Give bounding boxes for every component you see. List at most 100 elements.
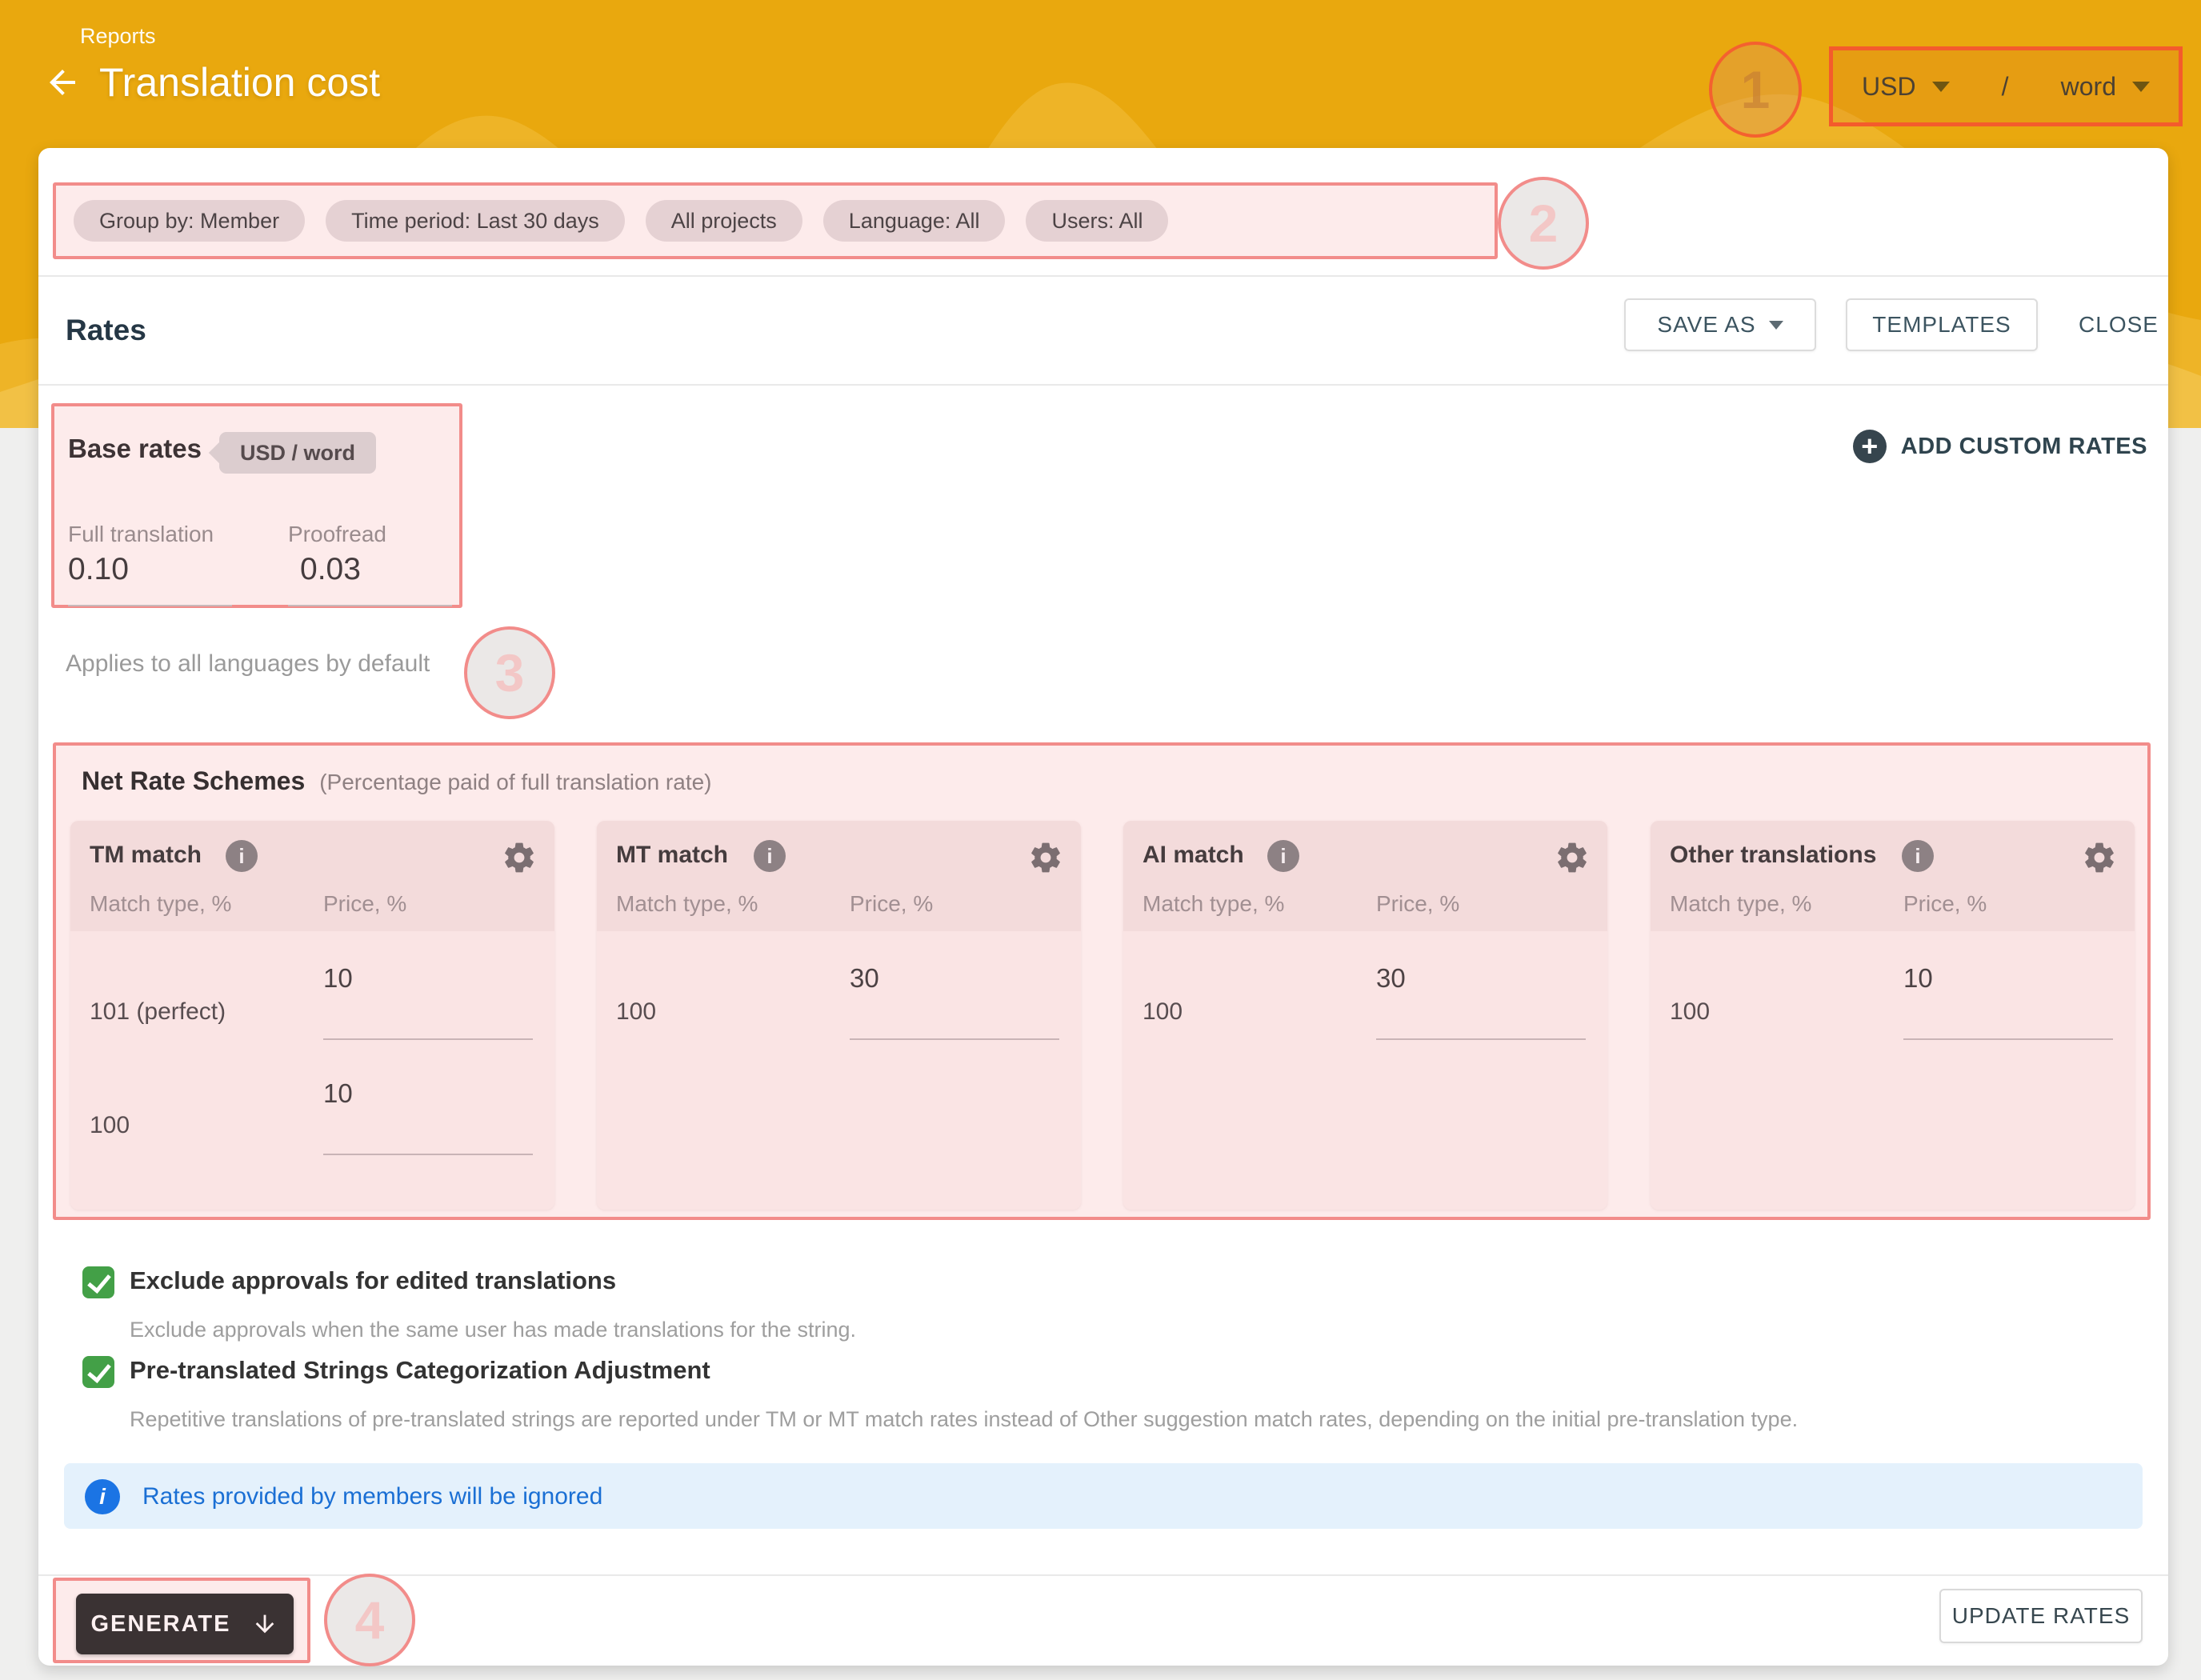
net-rate-card-ai-match: AI match Match type, % Price, % 100 30: [1123, 821, 1607, 1210]
annotation-box-generate: GENERATE: [53, 1578, 310, 1663]
currency-dropdown[interactable]: USD: [1862, 72, 1950, 102]
price-column-label: Price, %: [323, 891, 406, 917]
card-header: AI match Match type, % Price, %: [1123, 821, 1607, 931]
filter-chip-time-period[interactable]: Time period: Last 30 days: [326, 200, 625, 242]
generate-button[interactable]: GENERATE: [76, 1594, 294, 1654]
chevron-down-icon: [1932, 82, 1950, 92]
annotation-step-3-number: 3: [495, 642, 525, 703]
price-value: 10: [323, 1078, 353, 1108]
rates-panel: Group by: Member Time period: Last 30 da…: [38, 148, 2168, 1666]
info-icon[interactable]: [754, 840, 786, 872]
card-header: MT match Match type, % Price, %: [597, 821, 1081, 931]
checkbox-exclude-approvals[interactable]: [82, 1266, 114, 1298]
price-column-label: Price, %: [850, 891, 933, 917]
card-title: AI match: [1143, 842, 1244, 869]
chevron-down-icon: [2132, 82, 2150, 92]
annotation-step-4: 4: [324, 1574, 415, 1666]
input-underline: [68, 605, 232, 606]
gear-icon[interactable]: [502, 840, 537, 875]
unit-value: word: [2061, 72, 2116, 102]
filter-chip-projects[interactable]: All projects: [646, 200, 802, 242]
info-icon[interactable]: [1902, 840, 1934, 872]
filter-chip-language[interactable]: Language: All: [823, 200, 1006, 242]
card-header: TM match Match type, % Price, %: [70, 821, 554, 931]
checkbox-pretranslated-adjustment-label: Pre-translated Strings Categorization Ad…: [130, 1356, 710, 1385]
match-type-value: 100: [1143, 998, 1183, 1026]
filter-chip-users[interactable]: Users: All: [1026, 200, 1168, 242]
base-rates-title: Base rates: [68, 434, 202, 464]
price-input[interactable]: 10: [323, 1078, 533, 1155]
annotation-step-2-number: 2: [1529, 193, 1559, 254]
input-underline: [288, 605, 452, 606]
breadcrumb[interactable]: Reports: [80, 24, 156, 49]
net-rate-schemes-header: Net Rate Schemes (Percentage paid of ful…: [82, 766, 712, 796]
annotation-step-2: 2: [1498, 177, 1589, 270]
divider: [38, 275, 2168, 277]
annotation-step-1-number: 1: [1741, 59, 1771, 120]
price-input[interactable]: 30: [1376, 963, 1586, 1040]
price-column-label: Price, %: [1903, 891, 1987, 917]
page-title: Translation cost: [99, 59, 380, 106]
checkbox-exclude-approvals-description: Exclude approvals when the same user has…: [130, 1318, 856, 1342]
update-rates-button[interactable]: UPDATE RATES: [1939, 1589, 2143, 1643]
add-custom-rates-label: ADD CUSTOM RATES: [1901, 434, 2147, 460]
annotation-box-base-rates: Base rates USD / word Full translation 0…: [51, 403, 462, 608]
match-type-column-label: Match type, %: [616, 891, 758, 917]
gear-icon[interactable]: [1028, 840, 1063, 875]
full-translation-input[interactable]: 0.10: [68, 552, 129, 587]
arrow-down-icon: [251, 1610, 278, 1638]
full-translation-label: Full translation: [68, 522, 214, 547]
proofread-input[interactable]: 0.03: [300, 552, 361, 587]
divider: [38, 384, 2168, 386]
currency-unit-badge: USD / word: [219, 432, 376, 474]
info-icon: [85, 1479, 120, 1514]
info-icon[interactable]: [1267, 840, 1299, 872]
info-banner: Rates provided by members will be ignore…: [64, 1463, 2143, 1529]
base-rates-note: Applies to all languages by default: [66, 650, 430, 678]
price-input[interactable]: 10: [1903, 963, 2113, 1040]
net-rate-card-other-translations: Other translations Match type, % Price, …: [1651, 821, 2135, 1210]
info-banner-text: Rates provided by members will be ignore…: [142, 1483, 602, 1510]
add-custom-rates-button[interactable]: ADD CUSTOM RATES: [1853, 430, 2147, 463]
templates-button[interactable]: TEMPLATES: [1846, 298, 2038, 351]
annotation-step-3: 3: [464, 626, 555, 719]
chevron-down-icon: [1769, 321, 1783, 330]
price-value: 10: [1903, 963, 1933, 993]
card-title: Other translations: [1670, 842, 1876, 869]
close-button[interactable]: CLOSE: [2075, 298, 2163, 351]
checkbox-pretranslated-adjustment[interactable]: [82, 1356, 114, 1388]
annotation-step-4-number: 4: [355, 1590, 385, 1650]
generate-label: GENERATE: [91, 1611, 231, 1638]
save-as-button[interactable]: SAVE AS: [1624, 298, 1816, 351]
filter-chips-row: Group by: Member Time period: Last 30 da…: [56, 186, 1495, 256]
match-type-value: 100: [1670, 998, 1710, 1026]
match-type-column-label: Match type, %: [1670, 891, 1811, 917]
currency-unit-separator: /: [2002, 72, 2009, 102]
back-arrow-icon[interactable]: [43, 63, 82, 102]
unit-dropdown[interactable]: word: [2061, 72, 2150, 102]
card-header: Other translations Match type, % Price, …: [1651, 821, 2135, 931]
templates-label: TEMPLATES: [1872, 312, 2011, 338]
gear-icon[interactable]: [2082, 840, 2117, 875]
price-column-label: Price, %: [1376, 891, 1459, 917]
price-input[interactable]: 10: [323, 963, 533, 1040]
filter-chip-group-by[interactable]: Group by: Member: [74, 200, 305, 242]
net-rate-schemes-subtitle: (Percentage paid of full translation rat…: [319, 770, 711, 795]
checkbox-pretranslated-adjustment-description: Repetitive translations of pre-translate…: [130, 1407, 1798, 1432]
info-icon[interactable]: [226, 840, 258, 872]
gear-icon[interactable]: [1555, 840, 1590, 875]
checkbox-exclude-approvals-label: Exclude approvals for edited translation…: [130, 1266, 616, 1295]
net-rate-card-tm-match: TM match Match type, % Price, % 101 (per…: [70, 821, 554, 1210]
price-value: 30: [1376, 963, 1406, 993]
close-label: CLOSE: [2079, 312, 2159, 338]
net-rate-card-mt-match: MT match Match type, % Price, % 100 30: [597, 821, 1081, 1210]
card-title: TM match: [90, 842, 202, 869]
match-type-value: 101 (perfect): [90, 998, 226, 1026]
match-type-column-label: Match type, %: [90, 891, 231, 917]
proofread-label: Proofread: [288, 522, 386, 547]
price-input[interactable]: 30: [850, 963, 1059, 1040]
match-type-value: 100: [616, 998, 656, 1026]
price-value: 30: [850, 963, 879, 993]
currency-value: USD: [1862, 72, 1916, 102]
section-title-rates: Rates: [66, 314, 146, 347]
